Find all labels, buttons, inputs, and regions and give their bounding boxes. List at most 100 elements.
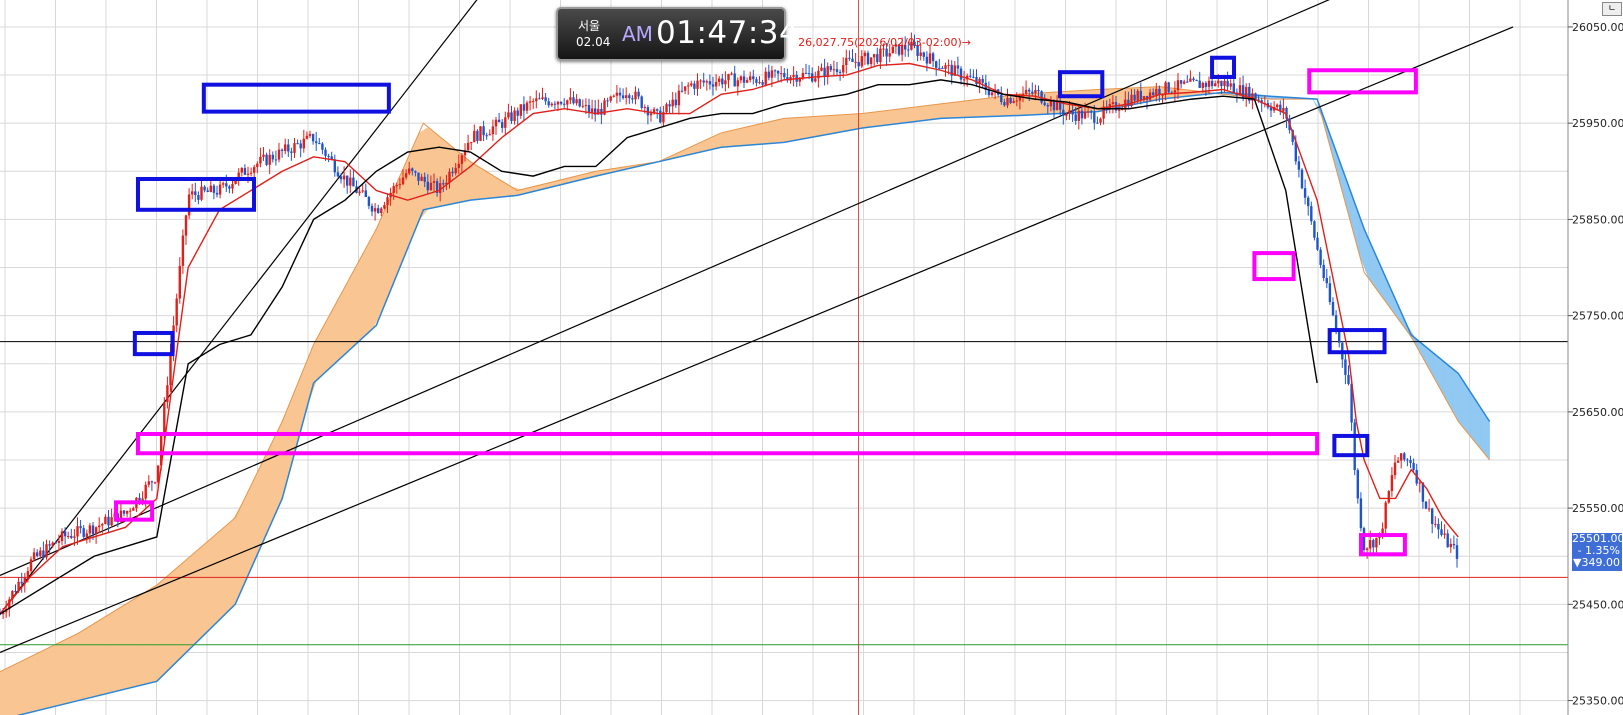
- candle-body: [408, 168, 411, 174]
- cloud-segment: [874, 110, 885, 127]
- cloud-segment: [64, 634, 75, 705]
- candle-body: [501, 122, 504, 128]
- candle-body: [1424, 501, 1428, 509]
- candle-body: [860, 56, 863, 67]
- cloud-segment: [828, 114, 839, 135]
- cloud-segment: [195, 543, 206, 644]
- candle-body: [736, 80, 739, 87]
- candle-body: [386, 197, 389, 206]
- candle-body: [826, 66, 829, 78]
- cloud-segment: [18, 657, 29, 715]
- candle-body: [439, 183, 442, 194]
- candle-body: [200, 186, 203, 200]
- cloud-segment: [130, 595, 140, 689]
- cloud-segment: [902, 107, 913, 124]
- candle-body: [928, 53, 932, 64]
- candle-body: [637, 91, 640, 97]
- candle-body: [767, 71, 770, 78]
- candle-body: [367, 197, 371, 206]
- candle-body: [547, 101, 550, 106]
- candle-body: [659, 110, 662, 123]
- candle-body: [129, 510, 132, 512]
- candle-body: [683, 86, 687, 91]
- candle-body: [144, 484, 147, 499]
- candle-body: [370, 205, 374, 212]
- candle-body: [1012, 101, 1015, 103]
- candle-body: [336, 172, 340, 177]
- candle-body: [494, 119, 498, 127]
- cloud-segment: [139, 589, 150, 686]
- chart-area[interactable]: 26050.00 25950.00 25850.00 25750.00 25650.00…: [0, 0, 1623, 715]
- highlight-box: [132, 330, 175, 357]
- candle-body: [1313, 221, 1316, 238]
- candle-body: [73, 536, 76, 538]
- candle-body: [770, 70, 774, 78]
- candle-body: [525, 102, 529, 111]
- candle-body: [1375, 537, 1378, 548]
- candle-body: [1322, 264, 1325, 278]
- candle-body: [959, 68, 963, 80]
- cloud-segment: [958, 100, 969, 118]
- candle-body: [1356, 470, 1359, 499]
- candle-body: [392, 186, 395, 193]
- candle-body: [1083, 111, 1087, 119]
- candle-body: [473, 130, 476, 143]
- cloud-segment: [930, 103, 941, 120]
- candle-body: [1210, 80, 1214, 87]
- candle-body: [1387, 491, 1390, 503]
- candle-body: [572, 97, 575, 104]
- candle-body: [57, 541, 61, 543]
- candle-body: [315, 141, 318, 144]
- candle-body: [563, 103, 566, 105]
- cloud-segment: [921, 104, 932, 121]
- candle-body: [1130, 94, 1133, 106]
- candle-body: [873, 54, 876, 58]
- candle-body: [1303, 188, 1307, 198]
- corner-button[interactable]: ㄴ: [1602, 2, 1622, 16]
- candle-body: [879, 48, 882, 63]
- candle-body: [1347, 374, 1350, 384]
- cloud-segment: [83, 623, 94, 700]
- candle-body: [1127, 99, 1130, 106]
- candle-body: [1300, 169, 1304, 189]
- candle-body: [944, 65, 947, 69]
- candle-body: [1400, 453, 1403, 461]
- candle-body: [832, 69, 836, 71]
- candle-body: [417, 172, 420, 181]
- cloud-segment: [120, 600, 131, 691]
- candle-body: [88, 525, 92, 534]
- candle-body: [104, 516, 107, 524]
- candle-body: [259, 156, 262, 164]
- candle-body: [1362, 528, 1366, 551]
- candle-body: [749, 76, 752, 81]
- candle-body: [404, 173, 408, 178]
- cloud-segment: [9, 662, 19, 715]
- candle-body: [187, 194, 191, 216]
- candle-body: [1384, 502, 1387, 529]
- candle-body: [829, 66, 832, 70]
- candle-body: [1214, 83, 1217, 87]
- candle-body: [293, 143, 296, 153]
- candle-body: [79, 526, 82, 529]
- candle-body: [491, 126, 495, 135]
- candle-body: [671, 99, 674, 107]
- candle-body: [628, 95, 631, 99]
- candle-body: [101, 523, 104, 526]
- candle-body: [1167, 82, 1170, 93]
- candle-body: [426, 181, 429, 191]
- candle-body: [783, 73, 786, 78]
- candle-body: [1189, 78, 1192, 82]
- candle-body: [528, 101, 532, 103]
- candle-body: [584, 105, 588, 107]
- candle-body: [175, 298, 178, 326]
- candle-body: [70, 535, 73, 538]
- candle-body: [166, 385, 169, 403]
- cloud-segment: [418, 126, 429, 222]
- candle-body: [1062, 109, 1065, 116]
- cloud-segment: [446, 141, 457, 206]
- candle-body: [1133, 94, 1136, 101]
- candle-body: [1195, 80, 1198, 82]
- candle-body: [807, 73, 811, 75]
- candle-body: [1031, 91, 1034, 94]
- candle-body: [209, 185, 212, 192]
